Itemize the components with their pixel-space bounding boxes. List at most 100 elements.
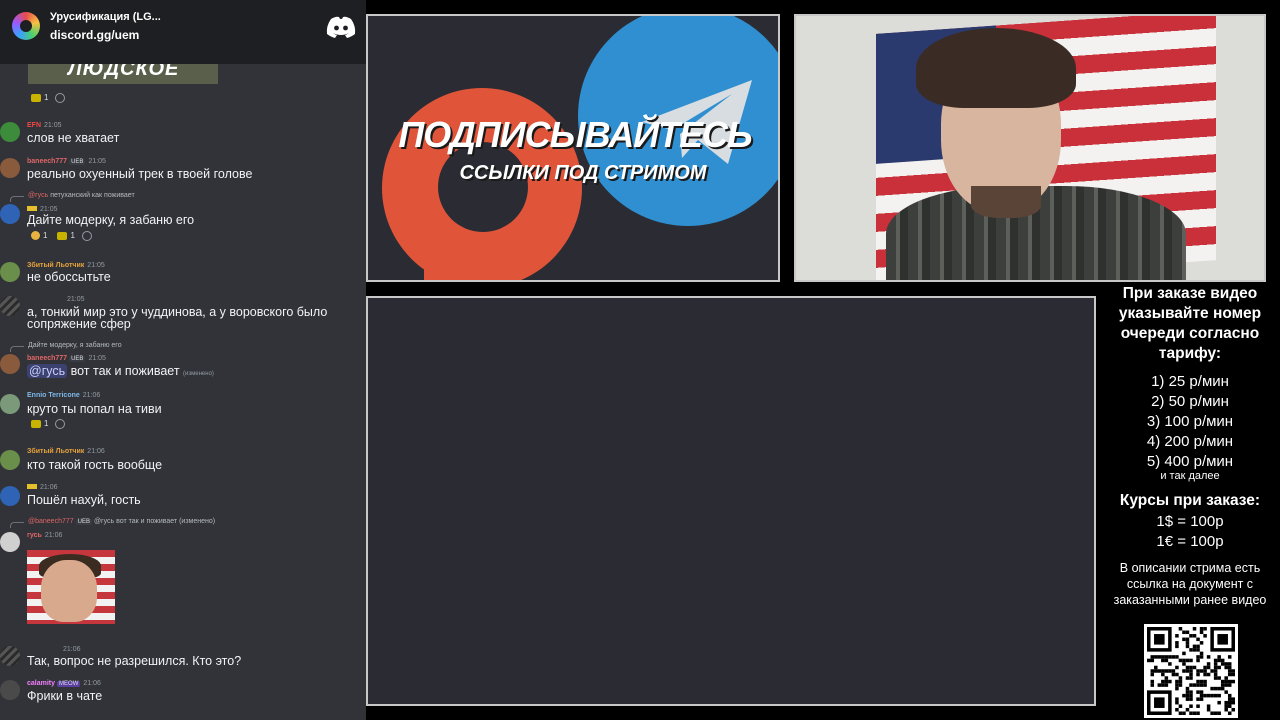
- message-text: не обоссытьте: [27, 270, 111, 284]
- promo-subtitle: ССЫЛКИ ПОД СТРИМОМ: [459, 162, 707, 184]
- username[interactable]: Збитый Льотчик: [27, 448, 84, 455]
- message-text: кто такой гость вообще: [27, 458, 163, 472]
- add-reaction-icon[interactable]: [81, 230, 92, 241]
- message-text: Пошёл нахуй, гость: [27, 493, 141, 507]
- rates-title: Курсы при заказе:: [1119, 492, 1261, 509]
- reply-preview[interactable]: @baneech777 UEB @гусь вот так и поживает …: [28, 518, 215, 525]
- avatar[interactable]: [0, 646, 20, 666]
- reaction[interactable]: 1: [28, 230, 50, 241]
- timestamp: 21:06: [83, 680, 101, 687]
- avatar[interactable]: [0, 680, 20, 700]
- reply-connector: [10, 346, 24, 352]
- server-name: Урусификация (LG...: [50, 11, 161, 23]
- username[interactable]: Ennio Terricone: [27, 392, 80, 399]
- timestamp: 21:06: [87, 448, 105, 455]
- message-body: вот так и поживает: [70, 364, 180, 378]
- message-meta: calamity MEOW 21:06: [27, 680, 101, 687]
- message-meta: 21:05: [27, 296, 85, 303]
- message-meta: гусь 21:06: [27, 532, 62, 539]
- webcam-panel: [794, 14, 1266, 282]
- timestamp: 21:05: [88, 158, 106, 165]
- edited-label: (изменено): [179, 518, 216, 525]
- order-heading: При заказе видео указывайте номер очеред…: [1118, 285, 1262, 362]
- reaction[interactable]: 1: [28, 418, 51, 429]
- timestamp: 21:06: [40, 484, 58, 491]
- server-invite[interactable]: discord.gg/uem: [50, 28, 139, 42]
- avatar[interactable]: [0, 394, 20, 414]
- reply-preview[interactable]: @гусь петуханский как поживает: [28, 192, 135, 199]
- discord-icon[interactable]: [326, 16, 356, 38]
- rate-item: 1$ = 100р: [1156, 513, 1224, 530]
- username[interactable]: гусь: [27, 532, 42, 539]
- reply-connector: [10, 522, 24, 528]
- promo-panel: ПОДПИСЫВАЙТЕСЬ ССЫЛКИ ПОД СТРИМОМ: [366, 14, 780, 282]
- username[interactable]: baneech777: [27, 158, 67, 165]
- price-item: 4) 200 р/мин: [1146, 433, 1234, 450]
- user-tag: MEOW: [57, 681, 81, 687]
- timestamp: 21:05: [67, 296, 85, 303]
- server-icon[interactable]: [12, 12, 40, 40]
- message-text: Так, вопрос не разрешился. Кто это?: [27, 654, 242, 668]
- user-tag: UEB: [75, 519, 92, 525]
- avatar[interactable]: [0, 122, 20, 142]
- timestamp: 21:06: [63, 646, 81, 653]
- timestamp: 21:05: [87, 262, 105, 269]
- message-meta: 21:05: [27, 206, 58, 213]
- streamer-hair: [916, 28, 1076, 108]
- reply-author: @baneech777: [28, 518, 74, 525]
- add-reaction-icon[interactable]: [55, 92, 66, 103]
- add-reaction-icon[interactable]: [55, 418, 66, 429]
- user-tag: UEB: [69, 159, 86, 165]
- avatar[interactable]: [0, 450, 20, 470]
- message-meta: 21:06: [27, 484, 58, 491]
- discord-chat-overlay: Урусификация (LG... discord.gg/uem ЛЮДСК…: [0, 0, 366, 720]
- reaction-count: 1: [44, 93, 49, 102]
- qr-code[interactable]: [1144, 624, 1238, 718]
- emoji-icon: [31, 419, 41, 428]
- message-text: Фрики в чате: [27, 689, 103, 703]
- avatar[interactable]: [0, 354, 20, 374]
- reaction-count: 1: [70, 231, 75, 240]
- emoji-icon: [31, 231, 40, 240]
- avatar[interactable]: [0, 204, 20, 224]
- username[interactable]: EFN: [27, 122, 41, 129]
- price-item: 2) 50 р/мин: [1151, 393, 1229, 410]
- price-item: 5) 400 р/мин: [1146, 453, 1234, 470]
- reply-connector: [10, 196, 24, 202]
- username[interactable]: calamity: [27, 680, 55, 687]
- username[interactable]: baneech777: [27, 355, 67, 362]
- reply-text: Дайте модерку, я забаню его: [28, 342, 122, 349]
- avatar[interactable]: [0, 486, 20, 506]
- reply-text: петуханский как поживает: [50, 192, 135, 199]
- timestamp: 21:06: [82, 392, 101, 399]
- message-list[interactable]: ЛЮДСКОЕ 1 EFN 21:05 слов не хватает banee…: [0, 64, 366, 720]
- username[interactable]: Збитый Льотчик: [27, 262, 84, 269]
- reaction[interactable]: 1: [28, 92, 51, 103]
- avatar[interactable]: [0, 532, 20, 552]
- reply-preview[interactable]: Дайте модерку, я забаню его: [28, 342, 122, 349]
- message-text: слов не хватает: [27, 131, 120, 145]
- reaction-count: 1: [44, 419, 49, 428]
- avatar[interactable]: [0, 262, 20, 282]
- message-text: а, тонкий мир это у чуддинова, а у воров…: [27, 305, 328, 331]
- avatar[interactable]: [0, 158, 20, 178]
- reaction-count: 1: [43, 231, 48, 240]
- qr-code-icon: [1147, 627, 1235, 715]
- attached-photo[interactable]: [27, 550, 115, 624]
- embedded-image[interactable]: ЛЮДСКОЕ: [28, 64, 218, 84]
- avatar[interactable]: [0, 296, 20, 316]
- message-meta: EFN 21:05: [27, 122, 62, 129]
- flag-icon: [27, 206, 37, 211]
- message-meta: Збитый Льотчик 21:05: [27, 262, 105, 269]
- promo-title: ПОДПИСЫВАЙТЕСЬ: [398, 114, 752, 155]
- reaction[interactable]: 1: [54, 230, 77, 241]
- user-mention[interactable]: @гусь: [27, 364, 68, 378]
- reactions: 1 1: [28, 230, 92, 241]
- reactions: 1: [28, 418, 66, 429]
- emoji-icon: [57, 231, 68, 240]
- message-meta: baneech777 UEB 21:05: [27, 158, 106, 165]
- reply-text: @гусь вот так и поживает: [93, 518, 178, 525]
- message-meta: 21:06: [27, 646, 81, 653]
- timestamp: 21:05: [44, 122, 62, 129]
- emoji-icon: [31, 93, 41, 102]
